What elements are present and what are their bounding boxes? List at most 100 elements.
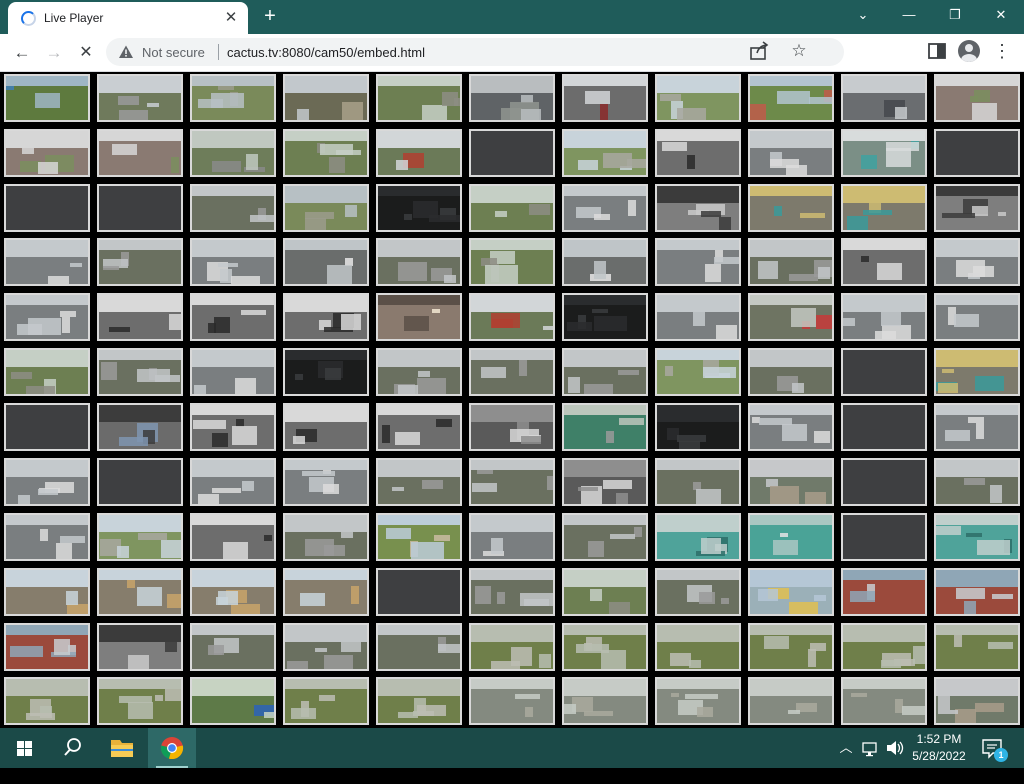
camera-tile[interactable] <box>376 238 462 286</box>
camera-tile[interactable] <box>469 348 555 396</box>
url-text[interactable]: cactus.tv:8080/cam50/embed.html <box>227 45 425 60</box>
camera-tile[interactable] <box>376 458 462 506</box>
camera-tile[interactable] <box>934 568 1020 616</box>
camera-tile[interactable] <box>748 238 834 286</box>
camera-tile[interactable] <box>283 348 369 396</box>
camera-tile-offline[interactable] <box>841 513 927 561</box>
camera-tile[interactable] <box>97 348 183 396</box>
camera-tile[interactable] <box>841 74 927 122</box>
camera-tile[interactable] <box>376 677 462 725</box>
camera-tile[interactable] <box>655 677 741 725</box>
camera-tile[interactable] <box>376 184 462 232</box>
camera-tile[interactable] <box>190 677 276 725</box>
security-label[interactable]: Not secure <box>142 45 205 60</box>
camera-tile[interactable] <box>4 74 90 122</box>
camera-tile[interactable] <box>934 513 1020 561</box>
camera-tile[interactable] <box>934 458 1020 506</box>
close-window-button[interactable]: ✕ <box>978 0 1024 30</box>
camera-tile[interactable] <box>748 129 834 177</box>
minimize-button[interactable]: — <box>886 0 932 30</box>
camera-tile[interactable] <box>376 403 462 451</box>
camera-tile-offline[interactable] <box>469 129 555 177</box>
camera-tile[interactable] <box>4 513 90 561</box>
back-button[interactable]: ← <box>8 39 36 67</box>
browser-menu-icon[interactable]: ⋮ <box>992 38 1012 64</box>
camera-tile[interactable] <box>376 293 462 341</box>
camera-tile[interactable] <box>4 677 90 725</box>
volume-icon[interactable] <box>884 728 906 768</box>
camera-tile[interactable] <box>469 568 555 616</box>
camera-tile[interactable] <box>283 568 369 616</box>
camera-tile[interactable] <box>97 677 183 725</box>
camera-tile[interactable] <box>562 74 648 122</box>
camera-tile[interactable] <box>4 348 90 396</box>
camera-tile[interactable] <box>283 677 369 725</box>
camera-tile[interactable] <box>655 293 741 341</box>
camera-tile[interactable] <box>283 238 369 286</box>
camera-tile[interactable] <box>934 623 1020 671</box>
camera-tile[interactable] <box>283 293 369 341</box>
camera-tile[interactable] <box>283 184 369 232</box>
camera-tile[interactable] <box>748 623 834 671</box>
camera-tile[interactable] <box>97 238 183 286</box>
camera-tile[interactable] <box>376 129 462 177</box>
camera-tile[interactable] <box>562 677 648 725</box>
camera-tile-offline[interactable] <box>841 458 927 506</box>
tab-search-button[interactable]: ⌄ <box>840 0 886 30</box>
chrome-taskbar-button[interactable] <box>148 728 196 768</box>
camera-tile[interactable] <box>283 623 369 671</box>
show-hidden-icons-chevron-icon[interactable]: ︿ <box>836 728 856 768</box>
camera-tile[interactable] <box>748 348 834 396</box>
camera-tile[interactable] <box>97 568 183 616</box>
camera-tile[interactable] <box>748 184 834 232</box>
camera-tile[interactable] <box>655 623 741 671</box>
camera-tile[interactable] <box>562 623 648 671</box>
restore-button[interactable]: ❐ <box>932 0 978 30</box>
camera-tile[interactable] <box>4 293 90 341</box>
camera-tile-offline[interactable] <box>841 348 927 396</box>
camera-tile[interactable] <box>469 403 555 451</box>
camera-tile[interactable] <box>748 458 834 506</box>
camera-tile[interactable] <box>562 458 648 506</box>
camera-tile[interactable] <box>748 293 834 341</box>
camera-tile[interactable] <box>4 623 90 671</box>
camera-tile[interactable] <box>934 403 1020 451</box>
camera-tile[interactable] <box>469 623 555 671</box>
camera-tile[interactable] <box>655 74 741 122</box>
camera-tile[interactable] <box>841 677 927 725</box>
camera-tile[interactable] <box>190 623 276 671</box>
camera-tile[interactable] <box>190 129 276 177</box>
camera-tile[interactable] <box>190 568 276 616</box>
camera-tile[interactable] <box>97 74 183 122</box>
camera-tile[interactable] <box>841 184 927 232</box>
camera-tile[interactable] <box>655 568 741 616</box>
camera-tile[interactable] <box>190 238 276 286</box>
camera-tile[interactable] <box>376 74 462 122</box>
camera-tile[interactable] <box>97 623 183 671</box>
camera-tile[interactable] <box>190 403 276 451</box>
address-bar[interactable]: Not secure cactus.tv:8080/cam50/embed.ht… <box>106 38 844 66</box>
side-panel-icon[interactable] <box>926 40 948 62</box>
camera-tile[interactable] <box>748 403 834 451</box>
camera-tile[interactable] <box>655 129 741 177</box>
camera-tile[interactable] <box>4 238 90 286</box>
warning-icon[interactable] <box>118 44 134 60</box>
camera-tile[interactable] <box>469 238 555 286</box>
camera-tile[interactable] <box>655 348 741 396</box>
camera-tile[interactable] <box>376 513 462 561</box>
camera-tile[interactable] <box>934 184 1020 232</box>
windows-start-icon[interactable] <box>4 728 44 768</box>
camera-tile[interactable] <box>841 623 927 671</box>
search-icon[interactable] <box>52 728 92 768</box>
camera-tile[interactable] <box>841 238 927 286</box>
camera-tile[interactable] <box>469 293 555 341</box>
camera-tile[interactable] <box>562 184 648 232</box>
camera-tile[interactable] <box>376 348 462 396</box>
camera-tile[interactable] <box>97 129 183 177</box>
camera-tile-offline[interactable] <box>97 458 183 506</box>
camera-tile[interactable] <box>190 184 276 232</box>
camera-tile[interactable] <box>748 74 834 122</box>
camera-tile-offline[interactable] <box>841 403 927 451</box>
camera-tile-offline[interactable] <box>97 184 183 232</box>
camera-tile[interactable] <box>97 513 183 561</box>
